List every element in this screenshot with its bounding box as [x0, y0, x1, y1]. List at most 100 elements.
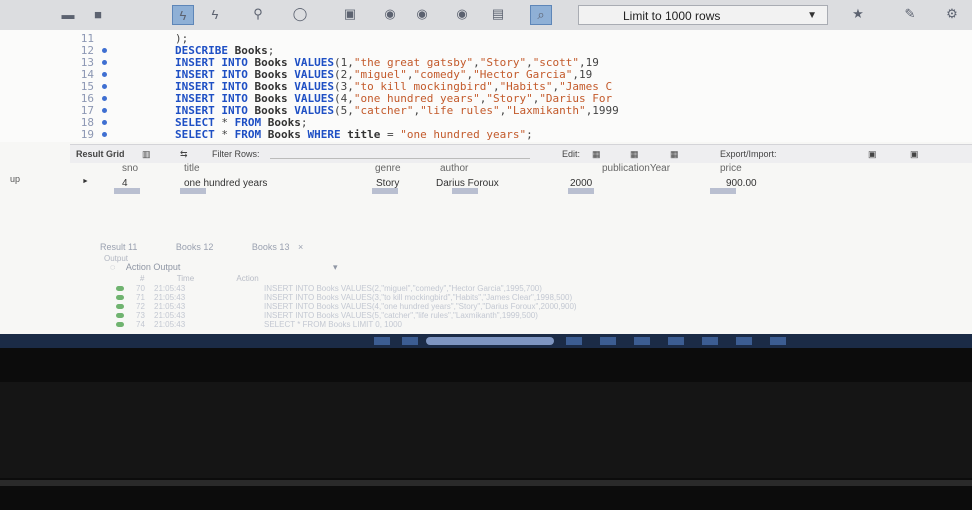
rollback-icon[interactable]: ◉	[412, 5, 432, 23]
output-column-header: #	[140, 274, 145, 283]
column-header[interactable]: author	[440, 163, 468, 174]
null-marker[interactable]	[452, 188, 478, 194]
bookmark-icon[interactable]: ★	[848, 5, 868, 23]
success-icon	[116, 322, 124, 327]
output-time: 21:05:43	[154, 311, 186, 320]
column-header[interactable]: publicationYear	[602, 163, 670, 174]
result-tabs: Result 11 Books 12 Books 13 ×	[100, 242, 339, 252]
action-output-select[interactable]: Action Output	[126, 262, 181, 272]
statement-marker-icon	[102, 48, 107, 53]
output-time: 21:05:43	[154, 320, 186, 329]
column-header[interactable]: title	[184, 163, 200, 174]
code-token: SELECT	[175, 128, 222, 141]
success-icon	[116, 313, 124, 318]
chevron-down-icon[interactable]: ▾	[333, 262, 338, 272]
code-token: =	[386, 128, 401, 141]
open-sql-icon[interactable]: ▬	[58, 5, 78, 23]
output-row-number: 71	[136, 293, 145, 302]
result-grid-toolbar: Result Grid ▥ ⇆ Filter Rows: Edit: ▦ ▦ ▦…	[70, 144, 972, 163]
delete-row-icon[interactable]: ▦	[670, 149, 679, 160]
column-header[interactable]: price	[720, 163, 742, 174]
sql-editor[interactable]: 11); 12 DESCRIBE Books; 13 INSERT INTO Books…	[0, 30, 972, 142]
null-marker[interactable]	[568, 188, 594, 194]
statement-marker-icon	[102, 96, 107, 101]
limit-rows-label: Limit to 1000 rows	[623, 9, 721, 23]
output-action: INSERT INTO Books VALUES(3,"to kill mock…	[264, 293, 573, 302]
explain-icon[interactable]: ⚲	[248, 5, 268, 23]
statement-marker-icon	[102, 60, 107, 65]
null-marker[interactable]	[710, 188, 736, 194]
output-action: SELECT * FROM Books LIMIT 0, 1000	[264, 320, 402, 329]
settings-icon[interactable]: ⚙	[942, 5, 962, 23]
taskbar-search[interactable]	[426, 337, 554, 345]
mail-icon[interactable]	[702, 337, 718, 345]
beautify-icon[interactable]: ▤	[488, 5, 508, 23]
output-row-number: 74	[136, 320, 145, 329]
output-time: 21:05:43	[154, 302, 186, 311]
statement-marker-icon	[102, 120, 107, 125]
store-icon[interactable]	[668, 337, 684, 345]
output-type-icon[interactable]: ◌	[110, 262, 115, 272]
filter-icon[interactable]: ⇆	[180, 149, 188, 160]
output-action: INSERT INTO Books VALUES(5,"catcher","li…	[264, 311, 538, 320]
output-row-number: 73	[136, 311, 145, 320]
result-tab[interactable]: Books 12	[176, 242, 214, 252]
edit-row-icon[interactable]: ▦	[592, 149, 601, 160]
result-tab[interactable]: Books 13	[252, 242, 290, 252]
column-header[interactable]: sno	[122, 163, 138, 174]
output-time: 21:05:43	[154, 293, 186, 302]
start-icon[interactable]	[374, 337, 390, 345]
code-token: *	[221, 128, 235, 141]
code-token: (5,	[333, 104, 354, 117]
filter-rows-input[interactable]	[270, 149, 530, 159]
find-icon[interactable]: ⌕	[530, 5, 552, 25]
limit-rows-select[interactable]: Limit to 1000 rows ▼	[578, 5, 828, 25]
statement-marker-icon	[102, 108, 107, 113]
widgets-icon[interactable]	[402, 337, 418, 345]
execute-icon[interactable]: ϟ	[172, 5, 194, 25]
workbench-icon[interactable]	[736, 337, 752, 345]
desk-edge	[0, 480, 972, 486]
output-row-number: 72	[136, 302, 145, 311]
export-icon[interactable]: ▣	[868, 149, 877, 160]
output-column-header: Action	[236, 274, 259, 283]
auto-commit-icon[interactable]: ◉	[452, 5, 472, 23]
code-token: "life rules"	[420, 104, 500, 117]
output-column-header: Time	[176, 274, 195, 283]
explorer-icon[interactable]	[600, 337, 616, 345]
side-panel-label: up	[10, 174, 21, 184]
code-token: ,1999	[585, 104, 619, 117]
import-icon[interactable]: ▣	[910, 149, 919, 160]
toggle-icon[interactable]: ▣	[340, 5, 360, 23]
success-icon	[116, 286, 124, 291]
null-marker[interactable]	[114, 188, 140, 194]
output-action: INSERT INTO Books VALUES(2,"miguel","com…	[264, 284, 542, 293]
add-row-icon[interactable]: ▦	[630, 149, 639, 160]
taskview-icon[interactable]	[566, 337, 582, 345]
null-marker[interactable]	[372, 188, 398, 194]
commit-icon[interactable]: ◉	[380, 5, 400, 23]
pencil-icon[interactable]: ✎	[900, 5, 920, 23]
statement-marker-icon	[102, 132, 107, 137]
save-icon[interactable]: ■	[88, 5, 108, 23]
column-header[interactable]: genre	[375, 163, 401, 174]
success-icon	[116, 295, 124, 300]
table-row[interactable]: ► 4 one hundred years Story Darius Forou…	[70, 177, 790, 191]
chevron-down-icon: ▼	[807, 10, 817, 21]
result-grid-tab[interactable]: Result Grid	[76, 149, 125, 159]
code-token: title	[347, 128, 387, 141]
stop-icon[interactable]: ◯	[290, 5, 310, 23]
result-tab[interactable]: Result 11	[100, 242, 137, 252]
execute-current-icon[interactable]: ϟ	[205, 5, 225, 23]
grid-view-icon[interactable]: ▥	[142, 149, 151, 160]
edge-icon[interactable]	[634, 337, 650, 345]
app-icon[interactable]	[770, 337, 786, 345]
code-token: Books	[267, 128, 308, 141]
monitor-bezel	[0, 382, 972, 478]
code-text: SELECT * FROM Books WHERE title = "one h…	[175, 128, 533, 141]
statement-marker-icon	[102, 72, 107, 77]
null-marker[interactable]	[180, 188, 206, 194]
tab-close-icon[interactable]: ×	[298, 242, 303, 252]
code-token: "catcher"	[353, 104, 414, 117]
success-icon	[116, 304, 124, 309]
